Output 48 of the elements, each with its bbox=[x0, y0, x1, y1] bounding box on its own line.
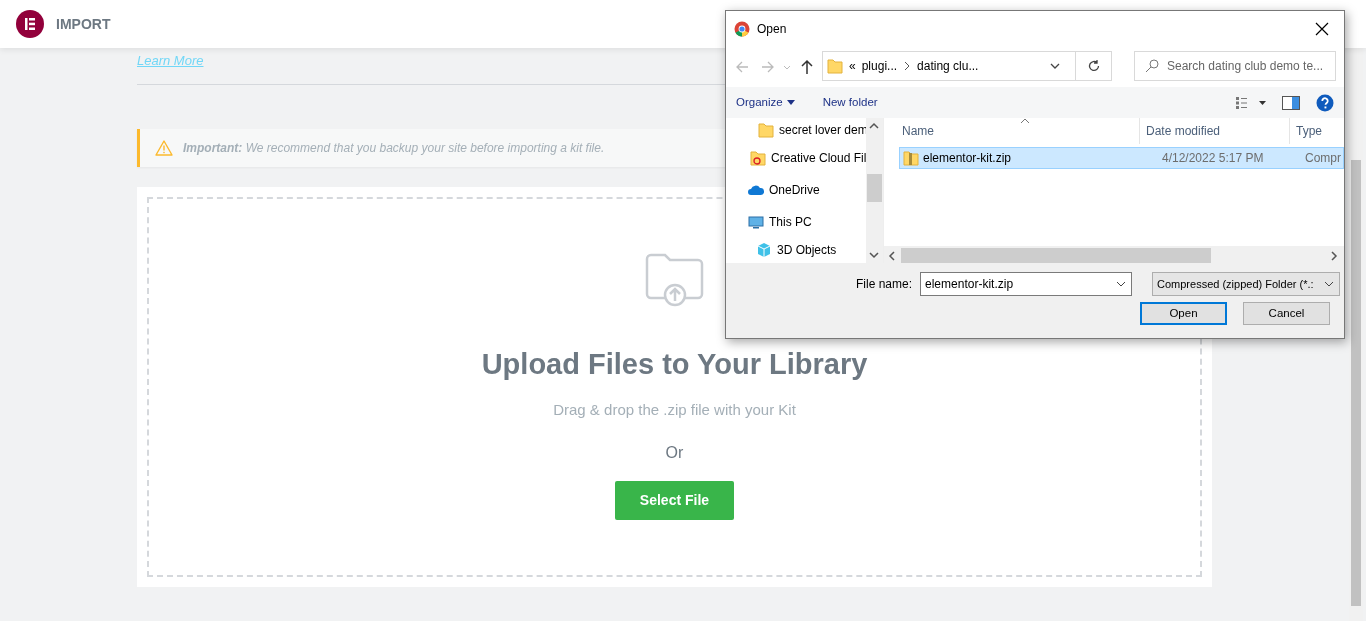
cancel-button[interactable]: Cancel bbox=[1243, 302, 1330, 325]
warning-icon bbox=[155, 140, 173, 156]
nav-item[interactable]: OneDrive bbox=[726, 174, 866, 206]
search-icon bbox=[1145, 59, 1159, 73]
dropzone-title: Upload Files to Your Library bbox=[481, 347, 868, 382]
file-type: Compr bbox=[1304, 150, 1341, 167]
new-folder-button[interactable]: New folder bbox=[822, 93, 878, 112]
file-name-field[interactable]: elementor-kit.zip bbox=[920, 272, 1133, 296]
caret-icon bbox=[786, 100, 795, 105]
nav-item[interactable]: This PC bbox=[726, 206, 866, 238]
dialog-title: Open bbox=[757, 21, 787, 38]
organize-button[interactable]: Organize bbox=[736, 93, 795, 112]
file-date: 4/12/2022 5:17 PM bbox=[1161, 150, 1265, 167]
column-header[interactable]: Name bbox=[884, 118, 1140, 144]
separator-text: Or bbox=[665, 443, 684, 463]
preview-pane-icon[interactable] bbox=[1282, 95, 1300, 110]
folder-upload-icon bbox=[643, 251, 706, 307]
zip-folder-icon bbox=[903, 150, 919, 166]
column-header[interactable]: Date modified bbox=[1140, 118, 1290, 144]
breadcrumb-item[interactable]: dating clu... bbox=[917, 57, 979, 75]
file-type-dropdown[interactable]: Compressed (zipped) Folder (*.: bbox=[1152, 272, 1341, 296]
page-title: IMPORT bbox=[56, 14, 111, 34]
column-header[interactable]: Type bbox=[1290, 118, 1340, 144]
field-label: File name: bbox=[856, 276, 913, 293]
open-button[interactable]: Open bbox=[1140, 302, 1227, 325]
breadcrumb-item[interactable]: plugi... bbox=[861, 57, 898, 75]
close-icon[interactable] bbox=[1315, 22, 1329, 36]
help-icon[interactable] bbox=[1316, 93, 1334, 112]
refresh-icon[interactable] bbox=[1086, 59, 1101, 73]
file-row[interactable]: elementor-kit.zip 4/12/2022 5:17 PM Compr bbox=[899, 147, 1344, 169]
notice-text: Important: We recommend that you backup your site before importing a kit file. bbox=[183, 140, 605, 157]
browser-icon bbox=[734, 21, 750, 37]
folder-icon bbox=[758, 122, 774, 138]
scrollbar-thumb[interactable] bbox=[1351, 160, 1361, 606]
search-field[interactable]: Search dating club demo te... bbox=[1134, 51, 1336, 81]
view-options-icon[interactable] bbox=[1236, 96, 1266, 109]
computer-icon bbox=[748, 214, 764, 230]
nav-item[interactable]: Creative Cloud Fil bbox=[726, 142, 866, 174]
breadcrumb-overflow[interactable]: « bbox=[849, 57, 856, 75]
cube-icon bbox=[756, 242, 772, 258]
address-bar[interactable]: « plugi... dating clu... bbox=[822, 51, 1112, 81]
dropzone-hint: Drag & drop the .zip file with your Kit bbox=[553, 399, 796, 420]
cloud-folder-icon bbox=[750, 150, 766, 166]
file-name: elementor-kit.zip bbox=[923, 150, 1012, 167]
chevron-icon bbox=[903, 61, 912, 71]
nav-item[interactable]: 3D Objects bbox=[726, 238, 866, 262]
folder-icon bbox=[827, 58, 843, 74]
logo-icon bbox=[16, 10, 44, 38]
